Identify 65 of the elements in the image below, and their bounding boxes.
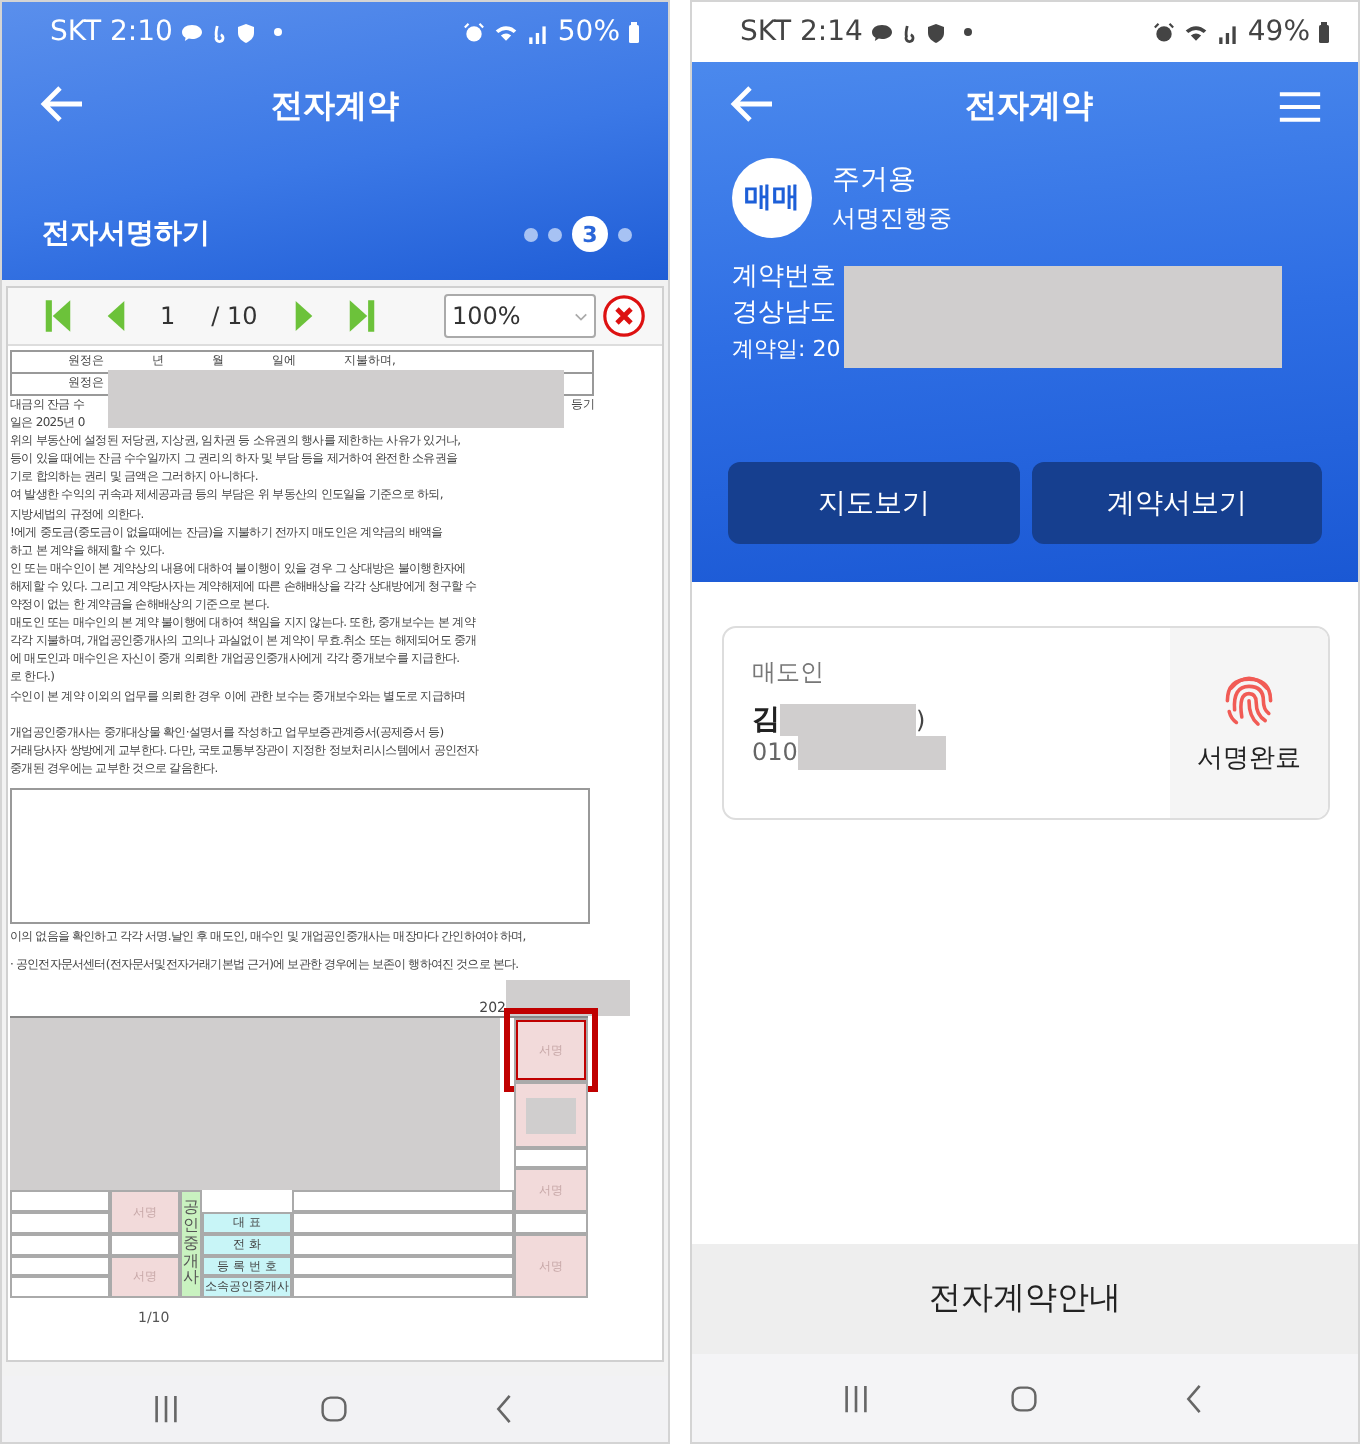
battery-percent: 49%	[1247, 16, 1310, 48]
next-page-icon[interactable]	[293, 296, 314, 336]
page-number[interactable]: 1	[160, 302, 176, 330]
agent-label: 공인중개사	[180, 1190, 202, 1299]
redaction-block	[526, 1097, 576, 1134]
shield-icon	[924, 21, 949, 43]
table-cell	[10, 1233, 110, 1256]
table-cell	[10, 1190, 110, 1213]
close-icon[interactable]	[602, 294, 646, 338]
home-icon[interactable]	[1010, 1383, 1039, 1413]
back-arrow-icon	[38, 84, 86, 124]
current-step: 3	[572, 216, 608, 252]
contract-info: 계약일: 20	[732, 334, 843, 366]
shield-icon	[234, 21, 259, 43]
screen-title: 전자계약	[965, 85, 1093, 127]
first-page-icon[interactable]	[44, 296, 72, 336]
zoom-dropdown[interactable]: 100%	[444, 294, 596, 338]
table-cell	[10, 1276, 110, 1299]
wifi-icon	[493, 21, 518, 43]
usage-text: 주거용	[832, 161, 918, 197]
recent-apps-icon[interactable]	[842, 1383, 871, 1413]
signal-icon	[1215, 21, 1240, 43]
recent-apps-icon[interactable]	[152, 1394, 181, 1424]
caret-icon	[574, 311, 588, 321]
action-button[interactable]: 계약서보기	[1031, 462, 1322, 544]
status-time: SKT 2:14	[740, 16, 863, 48]
dot-icon	[964, 28, 973, 36]
last-page-icon[interactable]	[347, 296, 376, 336]
battery-icon	[628, 21, 640, 43]
menu-icon[interactable]	[1278, 89, 1322, 123]
signal-icon	[525, 21, 550, 43]
table-cell	[110, 1233, 180, 1256]
battery-icon	[1318, 21, 1330, 43]
table-cell	[10, 1255, 110, 1277]
contract-info: 경상남도	[732, 298, 838, 330]
contract-status: 서명진행중	[832, 201, 952, 235]
alarm-icon	[461, 21, 486, 43]
party-name: 김	[752, 702, 780, 738]
page-total: / 10	[211, 302, 258, 330]
wifi-icon	[1183, 21, 1208, 43]
signature-status: 서명완료	[1197, 742, 1301, 776]
alarm-icon	[1151, 21, 1176, 43]
previous-page-icon[interactable]	[106, 296, 126, 336]
redaction-block	[780, 704, 916, 736]
chat-bubble-icon	[180, 21, 205, 43]
battery-percent: 50%	[557, 16, 620, 48]
table-cell	[10, 1212, 110, 1234]
home-icon[interactable]	[320, 1394, 349, 1424]
back-arrow-icon	[728, 84, 776, 124]
hook-icon	[902, 21, 917, 43]
table-cell	[514, 1147, 588, 1169]
table-cell	[514, 1212, 588, 1234]
party-role: 매도인	[752, 656, 826, 690]
status-time: SKT 2:10	[50, 16, 173, 48]
guide-button[interactable]: 전자계약안내	[692, 1244, 1358, 1354]
contract-type-badge: 매매	[732, 158, 812, 238]
action-button[interactable]: 지도보기	[728, 462, 1019, 544]
hook-icon	[212, 21, 227, 43]
party-phone: 010	[752, 738, 798, 766]
screen-title: 전자계약	[271, 85, 399, 127]
chat-bubble-icon	[870, 21, 895, 43]
dot-icon	[274, 28, 283, 36]
party-name: )	[916, 706, 926, 734]
step-title: 전자서명하기	[42, 216, 210, 252]
contract-info: 계약번호	[732, 262, 838, 294]
